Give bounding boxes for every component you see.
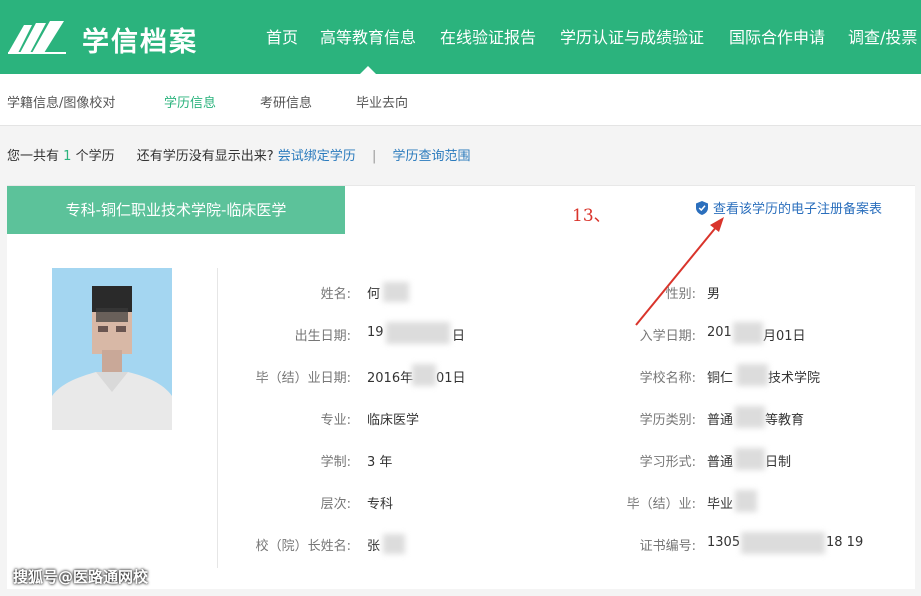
field-label-birth-date: 出生日期: <box>294 329 351 344</box>
education-record-tab[interactable]: 专科-铜仁职业技术学院-临床医学 <box>7 186 345 234</box>
field-label-level: 层次: <box>320 497 351 512</box>
redaction-blur <box>412 364 436 386</box>
field-label-certificate-number: 证书编号: <box>639 539 696 554</box>
summary-prefix: 您一共有 <box>7 149 60 164</box>
redaction-blur <box>383 534 405 554</box>
redaction-blur <box>735 406 765 428</box>
annotation-arrow-icon <box>635 217 724 326</box>
nav-item-home[interactable]: 首页 <box>266 24 298 48</box>
summary-question: 还有学历没有显示出来? <box>136 149 274 164</box>
nav-item-survey[interactable]: 调查/投票 <box>848 24 917 48</box>
field-value-certificate-number-tail: 18 19 <box>826 535 864 550</box>
field-label-gender: 性别: <box>665 287 696 302</box>
redaction-blur <box>383 282 409 302</box>
field-value-school-name-tail: 技术学院 <box>768 371 821 386</box>
field-value-education-type: 普通 <box>707 413 734 428</box>
subnav-item-postgraduate-exam[interactable]: 考研信息 <box>260 92 312 111</box>
redaction-blur <box>735 490 757 512</box>
top-bar: 学信档案 首页 高等教育信息 在线验证报告 学历认证与成绩验证 国际合作申请 调… <box>0 0 921 74</box>
field-label-principal: 校（院）长姓名: <box>255 539 351 554</box>
field-value-enrollment-date: 201 <box>707 325 732 340</box>
redaction-blur <box>737 364 768 386</box>
redaction-blur <box>735 448 765 470</box>
summary-suffix: 个学历 <box>75 149 115 164</box>
field-label-education-type: 学历类别: <box>639 413 696 428</box>
field-value-gender: 男 <box>707 287 721 302</box>
field-value-principal: 张 <box>367 539 381 554</box>
field-value-birth-date-tail: 日 <box>452 329 466 344</box>
annotation-number: 13、 <box>572 206 611 226</box>
active-nav-indicator <box>360 66 376 74</box>
source-watermark: 搜狐号@医路通网校 <box>13 568 149 586</box>
field-label-completion: 毕（结）业: <box>626 497 696 512</box>
nav-item-higher-education[interactable]: 高等教育信息 <box>320 24 416 48</box>
subnav-item-graduation-destination[interactable]: 毕业去向 <box>356 92 408 111</box>
field-label-school-name: 学校名称: <box>639 371 696 386</box>
field-value-completion: 毕业 <box>707 497 734 512</box>
field-label-enrollment-date: 入学日期: <box>639 329 696 344</box>
sub-nav: 学籍信息/图像校对 学历信息 考研信息 毕业去向 <box>0 74 921 126</box>
field-label-name: 姓名: <box>320 287 351 302</box>
field-value-duration: 3 年 <box>367 455 393 470</box>
redaction-blur <box>741 532 825 554</box>
details-divider <box>217 268 218 568</box>
education-summary: 您一共有 1 个学历 还有学历没有显示出来? 尝试绑定学历 | 学历查询范围 <box>7 145 470 164</box>
redaction-blur <box>386 322 450 344</box>
field-value-study-mode: 普通 <box>707 455 734 470</box>
field-value-education-type-tail: 等教育 <box>765 413 805 428</box>
field-label-graduation-date: 毕（结）业日期: <box>255 371 351 386</box>
nav-item-certification[interactable]: 学历认证与成绩验证 <box>560 24 704 48</box>
education-count: 1 <box>63 149 72 164</box>
subnav-item-education[interactable]: 学历信息 <box>164 92 216 111</box>
field-value-major: 临床医学 <box>367 413 420 428</box>
field-value-school-name: 铜仁 <box>707 371 734 386</box>
field-value-graduation-date-tail: 01日 <box>436 371 466 386</box>
field-value-birth-date: 19 <box>367 325 384 340</box>
person-silhouette-icon <box>52 268 172 430</box>
field-value-graduation-date: 2016年 <box>367 371 414 386</box>
field-value-study-mode-tail: 日制 <box>765 455 792 470</box>
bind-education-link[interactable]: 尝试绑定学历 <box>278 149 356 164</box>
redaction-blur <box>733 322 763 344</box>
nav-item-online-verification[interactable]: 在线验证报告 <box>440 24 536 48</box>
field-value-enrollment-date-tail: 月01日 <box>763 329 806 344</box>
summary-separator: | <box>371 149 377 164</box>
query-range-link[interactable]: 学历查询范围 <box>392 149 470 164</box>
field-value-level: 专科 <box>367 497 394 512</box>
field-value-certificate-number: 1305 <box>707 535 741 550</box>
field-label-study-mode: 学习形式: <box>639 455 696 470</box>
field-value-name: 何 <box>367 287 381 302</box>
subnav-item-enrollment[interactable]: 学籍信息/图像校对 <box>7 92 115 111</box>
nav-item-international[interactable]: 国际合作申请 <box>729 24 825 48</box>
student-photo <box>52 268 172 430</box>
main-nav: 首页 高等教育信息 在线验证报告 学历认证与成绩验证 国际合作申请 调查/投票 <box>0 24 921 50</box>
field-label-duration: 学制: <box>320 455 351 470</box>
field-label-major: 专业: <box>320 413 351 428</box>
